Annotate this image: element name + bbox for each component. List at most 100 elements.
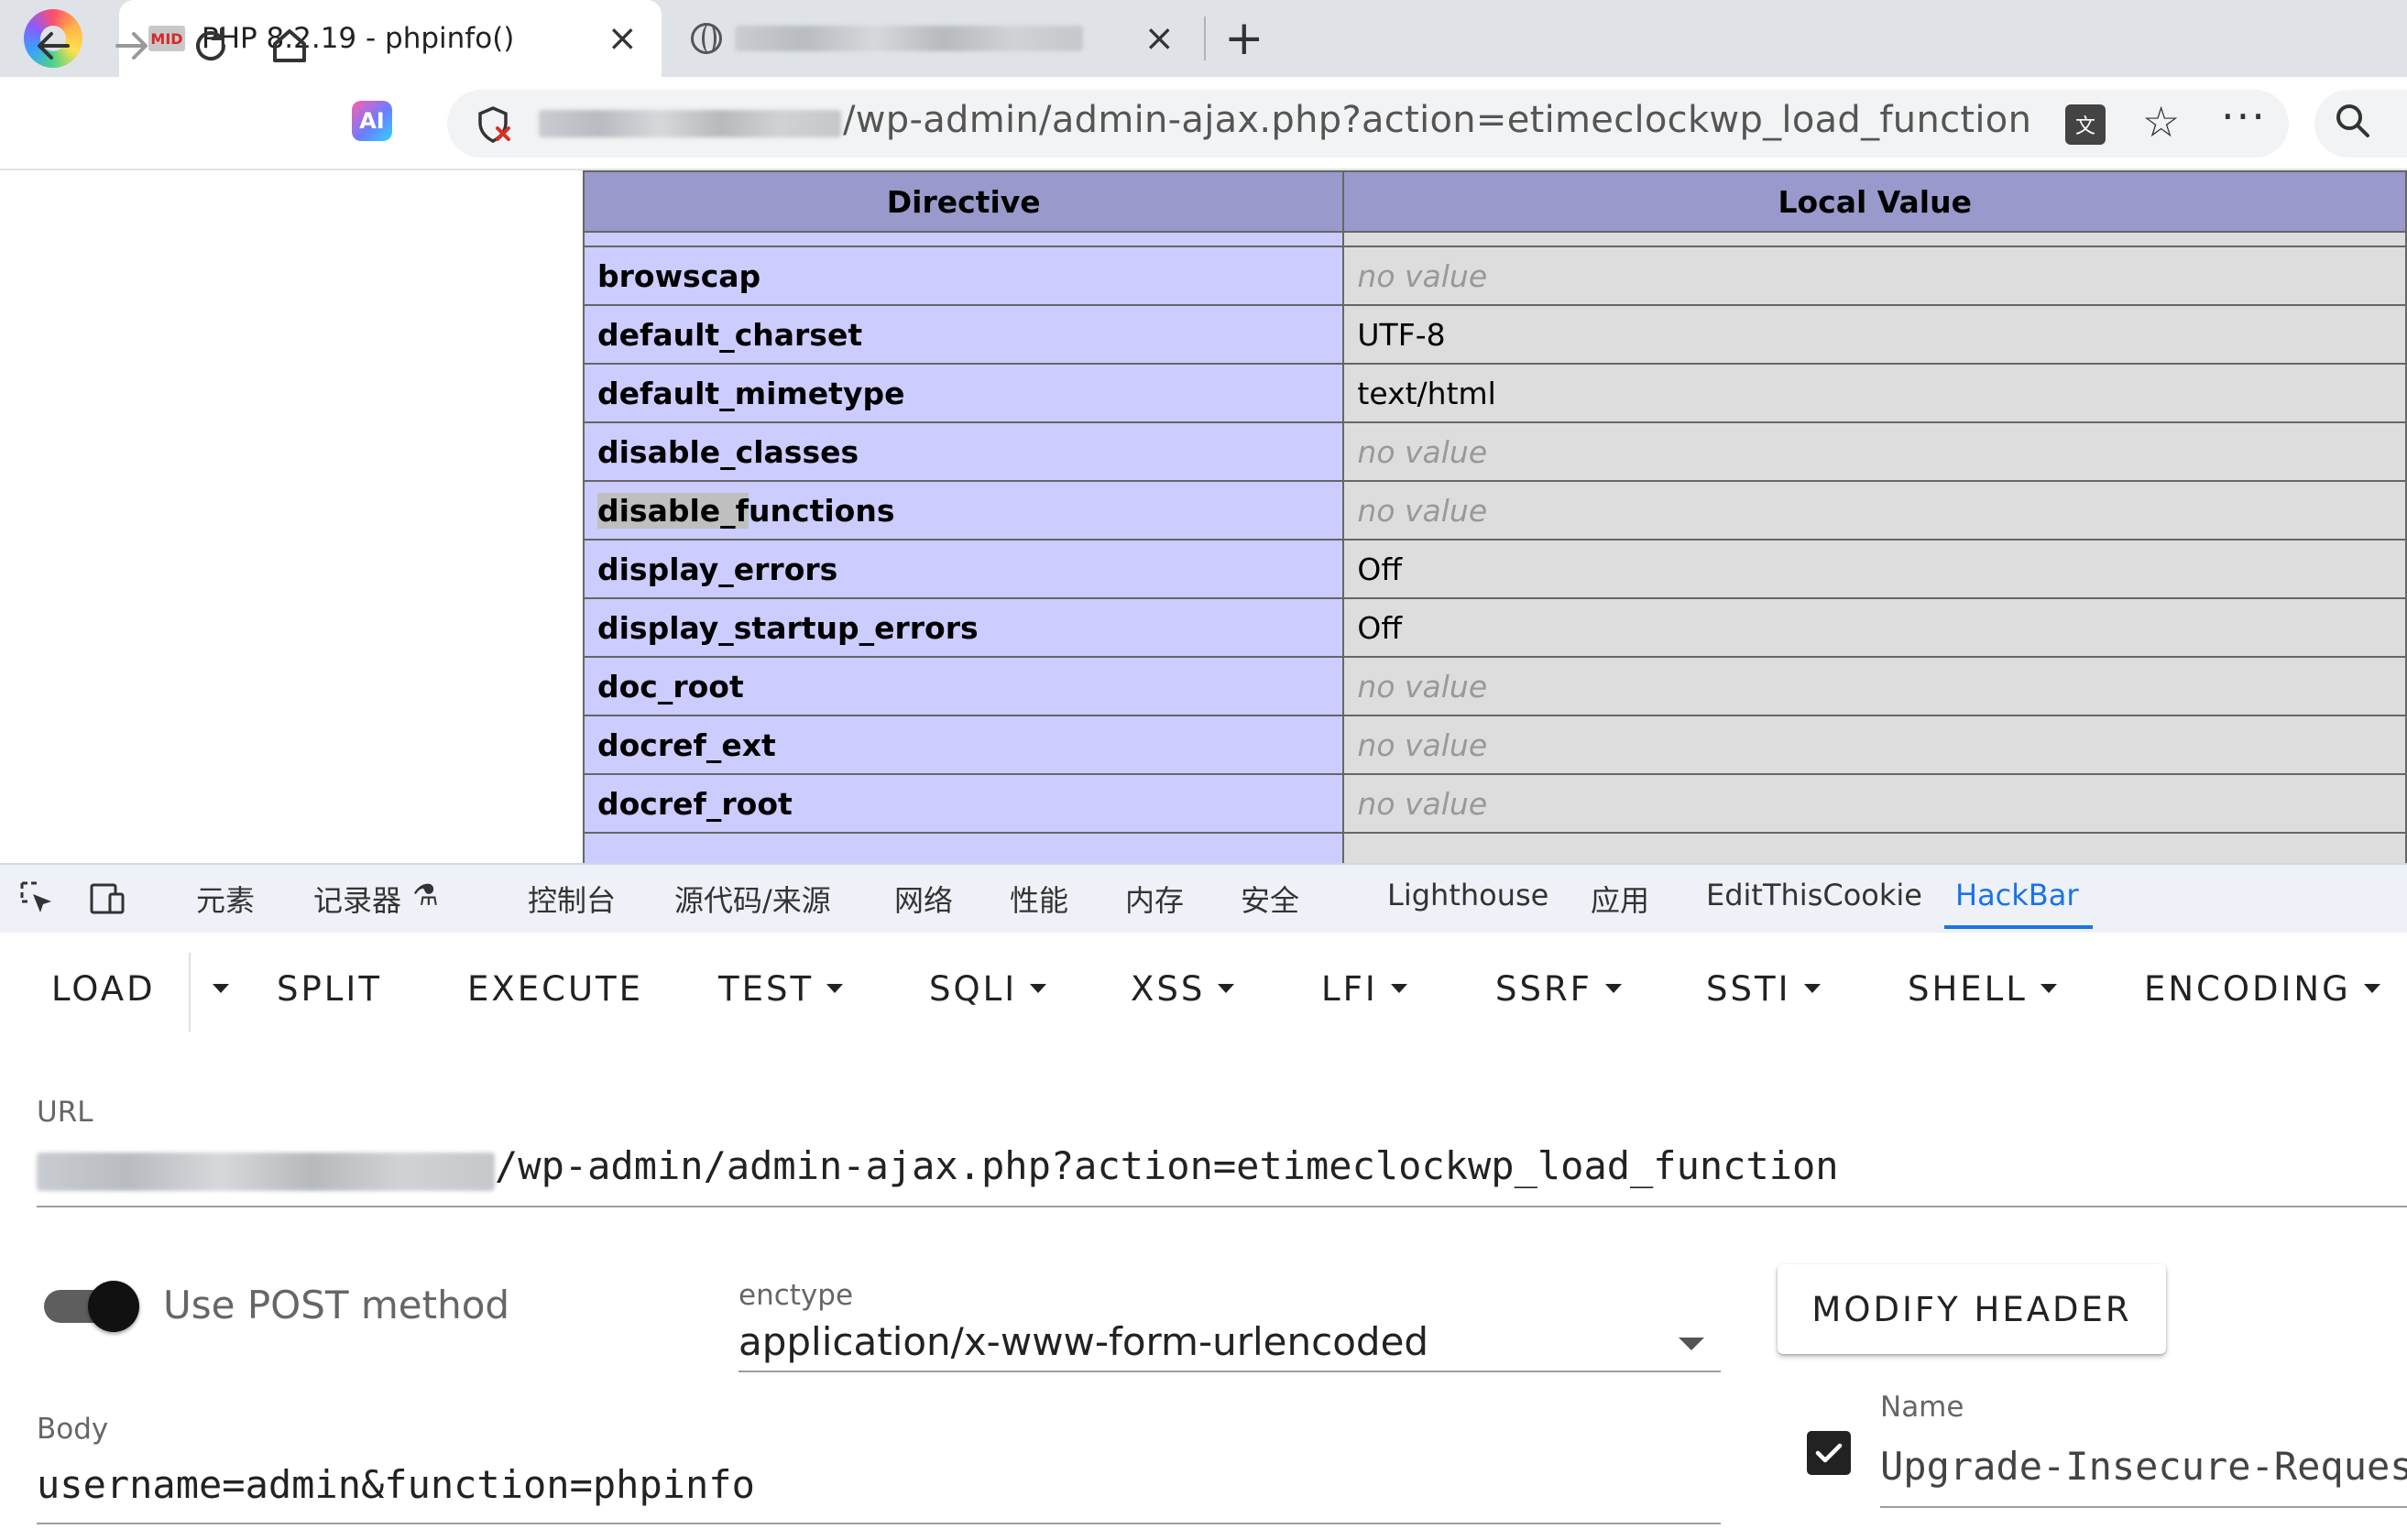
devtools-tab-editthiscookie[interactable]: EditThisCookie [1706,878,1922,912]
site-security-icon[interactable] [473,104,513,145]
directive-cell: display_startup_errors [582,597,1345,658]
devtools-tab-network[interactable]: 网络 [894,878,953,920]
xss-menu-button[interactable]: XSS [1131,969,1235,1009]
load-dropdown-button[interactable] [200,969,229,1009]
devtools-tab-application[interactable]: 应用 [1591,878,1649,920]
tab-second[interactable]: × [667,0,1198,77]
url-field-label: URL [37,1096,93,1129]
url-input-underline [37,1206,2407,1207]
chevron-down-icon [1803,983,1821,993]
chevron-down-icon [213,983,229,993]
new-tab-button[interactable]: + [1224,9,1264,68]
shell-menu-button[interactable]: SHELL [1908,969,2057,1009]
split-button[interactable]: SPLIT [277,969,382,1009]
encoding-menu-button[interactable]: ENCODING [2144,969,2380,1009]
ssrf-menu-button[interactable]: SSRF [1495,969,1622,1009]
ssrf-label: SSRF [1495,969,1592,1009]
more-menu-icon[interactable]: ··· [2221,92,2267,141]
test-label: TEST [718,969,815,1009]
devtools-tab-sources[interactable]: 源代码/来源 [674,878,831,920]
chevron-down-icon [1030,983,1047,993]
highlighted-directive: disable_functions [597,492,895,529]
directive-cell: disable_classes [582,421,1345,482]
execute-button[interactable]: EXECUTE [467,969,643,1009]
address-url-text[interactable]: /wp-admin/admin-ajax.php?action=etimeclo… [843,99,2031,141]
value-cell: no value [1342,421,2407,482]
dropdown-arrow-icon[interactable] [1679,1338,1704,1350]
directive-cell: docref_root [582,773,1345,834]
home-button[interactable] [260,16,319,75]
tab-close-icon[interactable]: × [1143,20,1175,57]
lfi-menu-button[interactable]: LFI [1321,969,1407,1009]
flask-icon: ⚗ [412,878,439,912]
device-toolbar-icon[interactable] [88,879,128,920]
forward-button[interactable] [103,16,161,75]
directive-cell: display_errors [582,539,1345,599]
chevron-down-icon [2040,983,2057,993]
table-row: docref_ext no value [582,715,2407,775]
devtools-tab-lighthouse[interactable]: Lighthouse [1387,878,1548,912]
active-tab-indicator [1944,925,2093,929]
checkmark-icon [1815,1443,1843,1463]
ssti-menu-button[interactable]: SSTI [1706,969,1821,1009]
favorite-star-icon[interactable]: ☆ [2142,97,2180,147]
tab-separator [1204,16,1206,60]
chevron-down-icon [1218,983,1235,993]
globe-icon [691,23,722,54]
phpinfo-table: Directive Local Value browscap no value … [582,170,2407,863]
devtools-tab-elements[interactable]: 元素 [196,878,255,920]
home-icon [273,29,306,62]
directive-cell: docref_ext [582,715,1345,775]
tab-title: PHP 8.2.19 - phpinfo() [202,22,515,55]
value-cell: Off [1342,539,2407,599]
chevron-down-icon [1390,983,1407,993]
test-menu-button[interactable]: TEST [718,969,844,1009]
reload-button[interactable] [181,16,240,75]
shield-icon [478,106,510,143]
redacted-url-host [37,1152,495,1191]
enctype-select[interactable]: application/x-www-form-urlencoded [739,1319,1428,1364]
tab-close-icon[interactable]: × [607,20,638,57]
back-button[interactable] [24,16,82,75]
translate-icon[interactable]: 文 [2065,104,2106,145]
value-cell: no value [1342,480,2407,541]
body-input[interactable]: username=admin&function=phpinfo [37,1462,755,1507]
chevron-down-icon [1604,983,1622,993]
post-method-label: Use POST method [163,1283,510,1327]
devtools-tab-memory[interactable]: 内存 [1125,878,1184,920]
table-row: doc_root no value [582,656,2407,716]
header-enable-checkbox[interactable] [1807,1431,1851,1475]
search-icon[interactable] [2333,101,2373,151]
encoding-label: ENCODING [2144,969,2351,1009]
header-name-underline [1880,1506,2407,1508]
url-input[interactable]: /wp-admin/admin-ajax.php?action=etimeclo… [495,1143,1839,1188]
directive-cell: default_mimetype [582,363,1345,423]
devtools-tab-performance[interactable]: 性能 [1010,878,1068,920]
enctype-underline [739,1371,1721,1372]
redacted-tab-title [735,26,1083,51]
load-split-divider [189,953,191,1032]
post-method-toggle-knob[interactable] [88,1281,139,1332]
modify-header-button[interactable]: MODIFY HEADER [1778,1264,2166,1354]
devtools-tab-security[interactable]: 安全 [1241,878,1299,920]
inspect-element-icon[interactable] [18,879,59,920]
table-row: docref_root no value [582,773,2407,834]
table-header-row: Directive Local Value [582,170,2407,233]
ai-assistant-button[interactable]: AI [352,101,392,141]
devtools-tab-recorder[interactable]: 记录器 [313,878,401,920]
value-cell: no value [1342,773,2407,834]
directive-cell: default_charset [582,304,1345,365]
load-button[interactable]: LOAD [51,969,156,1009]
sqli-label: SQLI [929,969,1018,1009]
sqli-menu-button[interactable]: SQLI [929,969,1047,1009]
devtools-tab-hackbar[interactable]: HackBar [1955,878,2079,912]
lfi-label: LFI [1321,969,1378,1009]
arrow-left-icon [38,32,70,60]
directive-header: Directive [582,170,1345,233]
value-cell: UTF-8 [1342,304,2407,365]
devtools-tab-console[interactable]: 控制台 [528,878,616,920]
table-row-partial [582,231,2407,247]
xss-label: XSS [1131,969,1206,1009]
directive-cell: doc_root [582,656,1345,716]
header-name-input[interactable]: Upgrade-Insecure-Requests [1880,1444,2407,1489]
